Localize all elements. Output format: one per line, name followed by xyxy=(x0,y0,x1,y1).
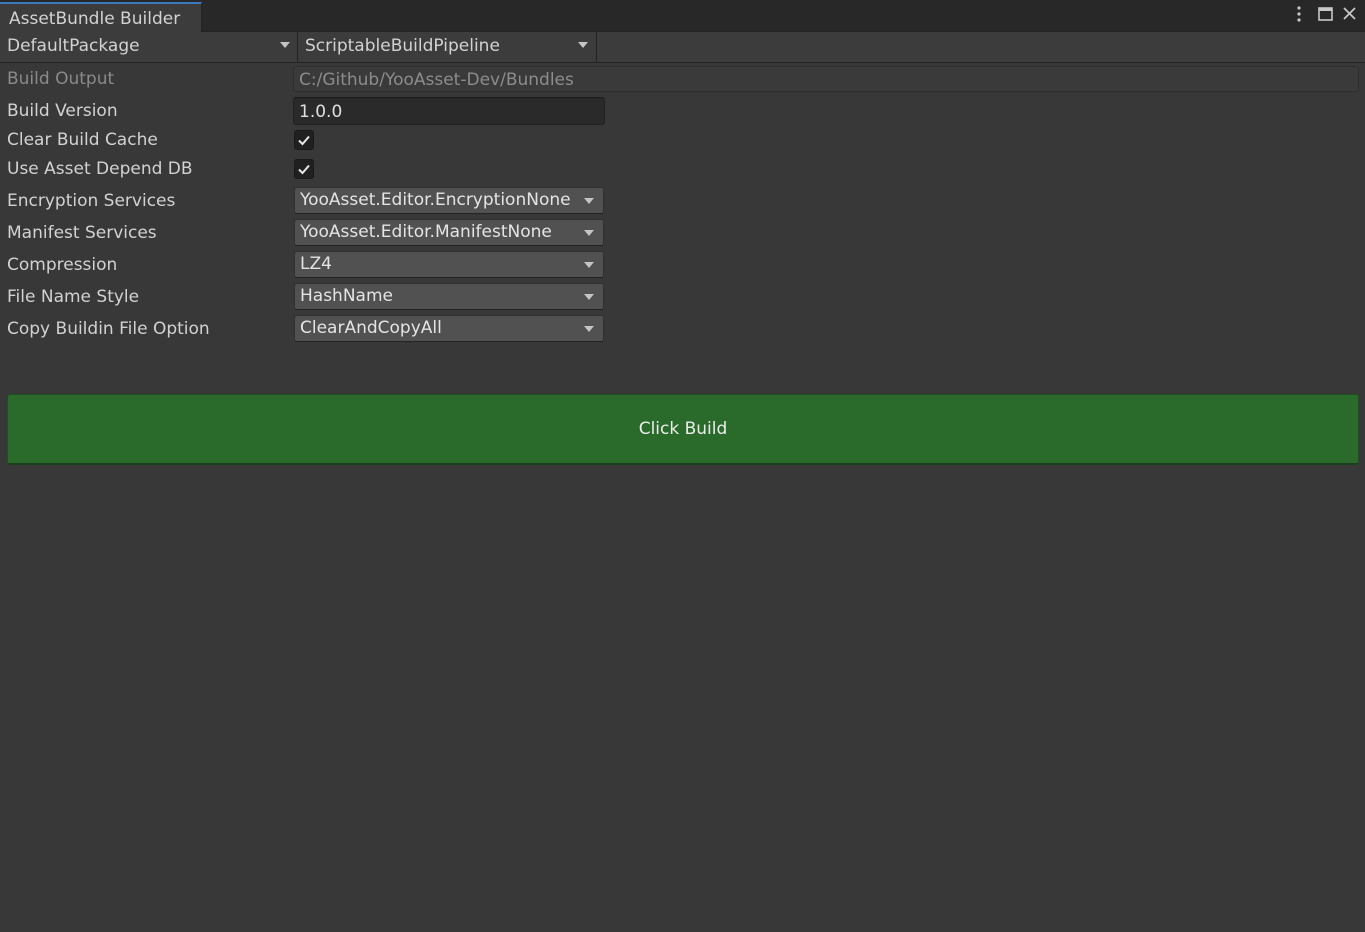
asset-bundle-builder-window: AssetBundle Builder DefaultPackage Scrip… xyxy=(0,0,1365,932)
build-version-label: Build Version xyxy=(7,101,118,121)
build-output-label: Build Output xyxy=(7,69,115,89)
file-name-style-label: File Name Style xyxy=(7,287,140,307)
tab-asset-bundle-builder[interactable]: AssetBundle Builder xyxy=(0,2,202,32)
copy-buildin-file-option-label: Copy Buildin File Option xyxy=(7,319,210,339)
checkmark-icon xyxy=(298,135,310,146)
copy-buildin-file-option-dropdown[interactable]: ClearAndCopyAll xyxy=(294,315,604,342)
chevron-down-icon xyxy=(584,294,594,300)
build-version-value: 1.0.0 xyxy=(299,102,343,122)
manifest-services-label: Manifest Services xyxy=(7,223,157,243)
close-icon[interactable] xyxy=(1340,4,1360,26)
click-build-label: Click Build xyxy=(638,419,728,439)
file-name-style-value: HashName xyxy=(300,286,393,306)
chevron-down-icon xyxy=(584,198,594,204)
encryption-services-label: Encryption Services xyxy=(7,191,176,211)
chevron-down-icon xyxy=(578,42,588,48)
build-version-input[interactable]: 1.0.0 xyxy=(293,97,605,125)
compression-dropdown[interactable]: LZ4 xyxy=(294,251,604,278)
clear-build-cache-label: Clear Build Cache xyxy=(7,130,158,150)
file-name-style-dropdown[interactable]: HashName xyxy=(294,283,604,310)
package-dropdown[interactable]: DefaultPackage xyxy=(0,32,298,62)
chevron-down-icon xyxy=(584,326,594,332)
maximize-icon[interactable] xyxy=(1316,4,1336,26)
clear-build-cache-checkbox[interactable] xyxy=(294,130,314,150)
pipeline-dropdown-value: ScriptableBuildPipeline xyxy=(305,36,500,56)
kebab-menu-icon[interactable] xyxy=(1289,4,1309,26)
encryption-services-dropdown[interactable]: YooAsset.Editor.EncryptionNone xyxy=(294,187,604,214)
pipeline-dropdown[interactable]: ScriptableBuildPipeline xyxy=(298,32,597,62)
checkmark-icon xyxy=(298,164,310,175)
chevron-down-icon xyxy=(584,230,594,236)
tab-bar: AssetBundle Builder xyxy=(0,0,1365,32)
build-output-value: C:/Github/YooAsset-Dev/Bundles xyxy=(299,70,574,90)
manifest-services-dropdown[interactable]: YooAsset.Editor.ManifestNone xyxy=(294,219,604,246)
encryption-services-value: YooAsset.Editor.EncryptionNone xyxy=(300,190,571,210)
chevron-down-icon xyxy=(584,262,594,268)
toolbar: DefaultPackage ScriptableBuildPipeline xyxy=(0,32,1365,63)
use-asset-depend-db-checkbox[interactable] xyxy=(294,159,314,179)
build-output-field: C:/Github/YooAsset-Dev/Bundles xyxy=(293,66,1359,92)
compression-label: Compression xyxy=(7,255,118,275)
chevron-down-icon xyxy=(280,42,290,48)
click-build-button[interactable]: Click Build xyxy=(7,394,1359,465)
window-title: AssetBundle Builder xyxy=(9,9,181,29)
package-dropdown-value: DefaultPackage xyxy=(7,36,140,56)
use-asset-depend-db-label: Use Asset Depend DB xyxy=(7,159,193,179)
manifest-services-value: YooAsset.Editor.ManifestNone xyxy=(300,222,552,242)
compression-value: LZ4 xyxy=(300,254,332,274)
copy-buildin-file-option-value: ClearAndCopyAll xyxy=(300,318,442,338)
